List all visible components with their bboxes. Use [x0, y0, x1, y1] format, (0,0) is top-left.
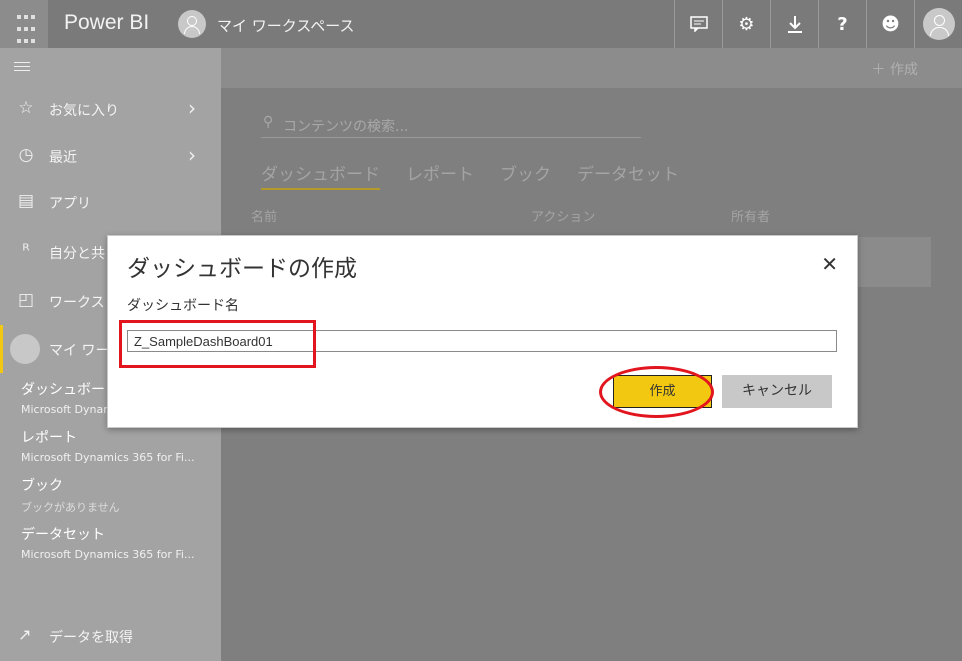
user-icon[interactable]: [914, 0, 962, 48]
highlight-ellipse: [599, 366, 714, 418]
section-workbooks[interactable]: ブック ブックがありません: [21, 475, 120, 515]
sidebar-item-apps[interactable]: ▤ アプリ: [0, 182, 221, 222]
sidebar-item-label: マイ ワー: [49, 343, 110, 359]
highlight-box: [119, 320, 316, 368]
section-subtitle: Microsoft Dynamics 365 for Fi...: [21, 548, 195, 561]
section-title: データセット: [21, 527, 105, 543]
sidebar-item-label: アプリ: [49, 196, 91, 212]
top-bar: Power BI マイ ワークスペース ⚙ ? ☻: [0, 0, 962, 48]
search-input[interactable]: ⚲ コンテンツの検索...: [261, 114, 641, 138]
content-tabs: ダッシュボード レポート ブック データセット: [261, 160, 705, 190]
cancel-button[interactable]: キャンセル: [722, 375, 832, 408]
search-icon: ⚲: [263, 114, 274, 130]
main-toolbar: ＋ 作成: [221, 48, 962, 88]
section-reports[interactable]: レポート Microsoft Dynamics 365 for Fi...: [21, 427, 194, 464]
notifications-icon[interactable]: [674, 0, 722, 48]
section-subtitle: Microsoft Dynar: [21, 403, 108, 416]
settings-icon[interactable]: ⚙: [722, 0, 770, 48]
sidebar-item-label: お気に入り: [49, 103, 119, 119]
chevron-right-icon: ›: [188, 96, 196, 120]
shared-icon: ᴿ: [22, 241, 30, 261]
sidebar-item-label: 最近: [49, 150, 77, 166]
chevron-right-icon: ›: [188, 143, 196, 167]
dashboard-name-label: ダッシュボード名: [127, 298, 239, 314]
section-subtitle: Microsoft Dynamics 365 for Fi...: [21, 451, 195, 464]
download-icon[interactable]: [770, 0, 818, 48]
get-data-button[interactable]: ↗ データを取得: [0, 621, 221, 651]
sidebar-item-favorites[interactable]: ☆ お気に入り ›: [0, 89, 221, 129]
search-placeholder: コンテンツの検索...: [283, 119, 409, 135]
sidebar-item-recent[interactable]: ◷ 最近 ›: [0, 136, 221, 176]
feedback-icon[interactable]: ☻: [866, 0, 914, 48]
create-button[interactable]: ＋ 作成: [872, 59, 918, 79]
tab-reports[interactable]: レポート: [406, 160, 474, 190]
active-indicator: [0, 325, 3, 373]
apps-icon: ▤: [17, 191, 35, 211]
section-title: レポート: [21, 430, 77, 446]
tab-workbooks[interactable]: ブック: [500, 160, 551, 190]
section-dashboards[interactable]: ダッシュボー Microsoft Dynar: [21, 379, 108, 416]
app-name[interactable]: Power BI: [64, 11, 149, 35]
sidebar-item-label: ワークス: [49, 295, 105, 311]
section-title: ブック: [21, 478, 63, 494]
sidebar-item-label: 自分と共: [49, 246, 105, 262]
workspaces-icon: ◰: [17, 290, 35, 310]
avatar: [10, 334, 40, 364]
waffle-icon[interactable]: [0, 0, 48, 48]
get-data-label: データを取得: [49, 630, 133, 646]
close-icon[interactable]: ✕: [821, 252, 838, 276]
section-datasets[interactable]: データセット Microsoft Dynamics 365 for Fi...: [21, 524, 194, 561]
hamburger-menu-icon[interactable]: [14, 62, 30, 74]
workspace-avatar-icon: [178, 10, 206, 38]
section-subtitle: ブックがありません: [21, 501, 120, 514]
dialog-title: ダッシュボードの作成: [127, 256, 357, 282]
clock-icon: ◷: [18, 145, 34, 165]
tab-datasets[interactable]: データセット: [577, 160, 679, 190]
column-header-name[interactable]: 名前: [251, 206, 277, 225]
workspace-title[interactable]: マイ ワークスペース: [217, 15, 355, 36]
help-icon[interactable]: ?: [818, 0, 866, 48]
create-dashboard-dialog: ダッシュボードの作成 ✕ ダッシュボード名 作成 キャンセル: [107, 235, 858, 428]
arrow-up-right-icon: ↗: [18, 625, 32, 644]
section-title: ダッシュボー: [21, 382, 105, 398]
column-header-actions: アクション: [531, 210, 596, 225]
column-header-owner[interactable]: 所有者: [731, 206, 770, 225]
tab-dashboards[interactable]: ダッシュボード: [261, 160, 380, 190]
star-icon: ☆: [18, 98, 34, 118]
